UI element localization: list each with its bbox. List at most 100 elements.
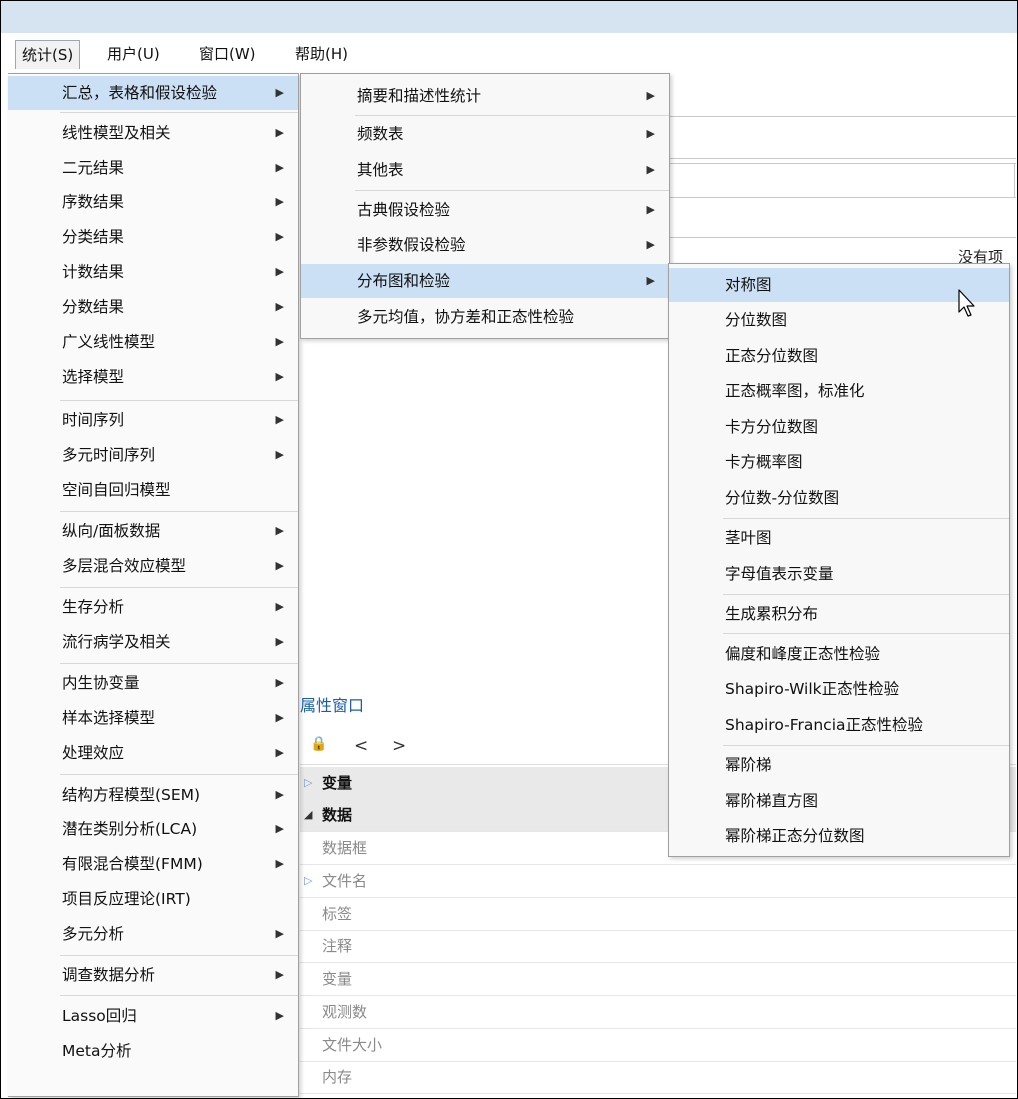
menu-item-sample-selection[interactable]: 样本选择模型 ▶ [8,701,298,735]
menu-item-label: 生成累积分布 [725,605,819,623]
submenu-arrow-icon: ▶ [646,89,655,102]
property-row[interactable]: ▷ 文件名 [300,865,1016,898]
lock-icon[interactable]: 🔒 [310,736,327,752]
menu-item-frequency-tables[interactable]: 频数表 ▶ [301,117,669,151]
menu-item-shapiro-francia[interactable]: Shapiro-Francia正态性检验 [669,708,1009,742]
menu-item-treatment-effects[interactable]: 处理效应 ▶ [8,736,298,770]
menu-item-letter-values[interactable]: 字母值表示变量 [669,557,1009,591]
menu-item-epidemiology[interactable]: 流行病学及相关 ▶ [8,625,298,659]
expand-icon[interactable]: ▷ [304,767,312,799]
submenu-arrow-icon: ▶ [275,524,284,537]
menu-item-normal-quantile-plot[interactable]: 正态分位数图 [669,339,1009,373]
distribution-plots-submenu: 对称图 分位数图 正态分位数图 正态概率图，标准化 卡方分位数图 卡方概率图 分… [668,263,1010,857]
menu-item-linear-models[interactable]: 线性模型及相关 ▶ [8,116,298,150]
menu-item-lca[interactable]: 潜在类别分析(LCA) ▶ [8,812,298,846]
menu-item-label: 选择模型 [62,368,125,386]
properties-window-title: 属性窗口 [300,696,365,715]
menu-item-shapiro-wilk[interactable]: Shapiro-Wilk正态性检验 [669,672,1009,706]
menu-item-panel-data[interactable]: 纵向/面板数据 ▶ [8,514,298,548]
forward-icon[interactable]: > [392,736,406,756]
collapse-icon[interactable]: ◢ [304,799,312,831]
menu-item-ladder-histograms[interactable]: 幂阶梯直方图 [669,784,1009,818]
submenu-arrow-icon: ▶ [275,857,284,870]
property-row[interactable]: 内存 [300,1061,1016,1094]
menu-window[interactable]: 窗口(W) [193,40,262,68]
menu-item-other-tables[interactable]: 其他表 ▶ [301,153,669,187]
submenu-arrow-icon: ▶ [275,788,284,801]
submenu-arrow-icon: ▶ [646,274,655,287]
menu-item-classical-tests[interactable]: 古典假设检验 ▶ [301,193,669,227]
summary-tables-tests-submenu: 摘要和描述性统计 ▶ 频数表 ▶ 其他表 ▶ 古典假设检验 ▶ 非参数假设检验 ▶ 分布图… [300,73,670,339]
menu-item-label: 汇总，表格和假设检验 [62,84,218,102]
submenu-arrow-icon: ▶ [275,711,284,724]
bg-divider [668,237,1016,238]
menu-item-stem-leaf[interactable]: 茎叶图 [669,521,1009,555]
menu-item-cumulative-distribution[interactable]: 生成累积分布 [669,597,1009,631]
menu-item-binary-outcomes[interactable]: 二元结果 ▶ [8,151,298,185]
menu-item-label: 生存分析 [62,598,125,616]
menu-item-meta-analysis[interactable]: Meta分析 [8,1034,298,1068]
menu-item-fmm[interactable]: 有限混合模型(FMM) ▶ [8,847,298,881]
menu-item-count-outcomes[interactable]: 计数结果 ▶ [8,255,298,289]
menu-separator [723,745,1009,746]
submenu-arrow-icon: ▶ [275,927,284,940]
menu-item-endogenous-covariates[interactable]: 内生协变量 ▶ [8,666,298,700]
menu-item-multivariate-time-series[interactable]: 多元时间序列 ▶ [8,438,298,472]
menu-item-ordinal-outcomes[interactable]: 序数结果 ▶ [8,185,298,219]
submenu-arrow-icon: ▶ [275,161,284,174]
menu-separator [60,112,298,113]
menu-item-distribution-plots-tests[interactable]: 分布图和检验 ▶ [301,264,669,298]
menu-item-descriptive-stats[interactable]: 摘要和描述性统计 ▶ [301,79,669,113]
property-row[interactable]: 文件大小 [300,1029,1016,1062]
submenu-arrow-icon: ▶ [275,413,284,426]
property-label: 数据框 [322,839,368,857]
back-icon[interactable]: < [354,736,368,756]
menu-item-qq-plot[interactable]: 分位数-分位数图 [669,481,1009,515]
menu-help[interactable]: 帮助(H) [289,40,354,68]
property-row[interactable]: 注释 [300,930,1016,963]
menu-item-label: 计数结果 [62,263,125,281]
menu-item-normal-probability-plot[interactable]: 正态概率图，标准化 [669,374,1009,408]
menu-item-label: 多元均值，协方差和正态性检验 [357,308,575,326]
menu-item-ladder-normal-quantile[interactable]: 幂阶梯正态分位数图 [669,819,1009,853]
property-label: 注释 [322,937,353,955]
menu-user[interactable]: 用户(U) [101,40,166,68]
menu-item-multilevel-mixed[interactable]: 多层混合效应模型 ▶ [8,549,298,583]
menu-statistics[interactable]: 统计(S) [15,40,81,69]
menu-item-label: 处理效应 [62,744,125,762]
menu-item-skewness-kurtosis-test[interactable]: 偏度和峰度正态性检验 [669,637,1009,671]
property-row[interactable]: 变量 [300,963,1016,996]
menu-item-ladder-of-powers[interactable]: 幂阶梯 [669,748,1009,782]
bg-divider [668,163,1016,164]
menu-item-label: Lasso回归 [62,1007,137,1025]
menu-separator [60,400,298,401]
menu-item-chi2-quantile-plot[interactable]: 卡方分位数图 [669,410,1009,444]
submenu-arrow-icon: ▶ [275,822,284,835]
menu-item-survival-analysis[interactable]: 生存分析 ▶ [8,590,298,624]
menu-item-irt[interactable]: 项目反应理论(IRT) [8,882,298,916]
property-row[interactable]: 观测数 [300,996,1016,1029]
menu-item-summary-tables-tests[interactable]: 汇总，表格和假设检验 ▶ [8,76,298,110]
menu-item-multivariate-analysis[interactable]: 多元分析 ▶ [8,917,298,951]
menu-separator [60,774,298,775]
property-label: 标签 [322,905,353,923]
menu-item-sem[interactable]: 结构方程模型(SEM) ▶ [8,778,298,812]
menu-item-glm[interactable]: 广义线性模型 ▶ [8,325,298,359]
menu-separator [355,115,669,116]
menu-item-categorical-outcomes[interactable]: 分类结果 ▶ [8,220,298,254]
expand-icon[interactable]: ▷ [304,865,312,897]
menu-item-lasso[interactable]: Lasso回归 ▶ [8,999,298,1033]
menu-item-choice-models[interactable]: 选择模型 ▶ [8,360,298,394]
menu-item-fractional-outcomes[interactable]: 分数结果 ▶ [8,290,298,324]
menu-item-survey-data[interactable]: 调查数据分析 ▶ [8,958,298,992]
submenu-arrow-icon: ▶ [275,635,284,648]
menu-item-nonparametric-tests[interactable]: 非参数假设检验 ▶ [301,228,669,262]
menu-item-multivariate-means[interactable]: 多元均值，协方差和正态性检验 [301,300,669,334]
menu-item-label: 内生协变量 [62,674,140,692]
menu-item-chi2-probability-plot[interactable]: 卡方概率图 [669,445,1009,479]
menu-item-label: 纵向/面板数据 [62,522,161,540]
menu-item-spatial-autoregressive[interactable]: 空间自回归模型 [8,473,298,507]
menu-item-time-series[interactable]: 时间序列 ▶ [8,403,298,437]
property-row[interactable]: 标签 [300,898,1016,931]
submenu-arrow-icon: ▶ [275,300,284,313]
